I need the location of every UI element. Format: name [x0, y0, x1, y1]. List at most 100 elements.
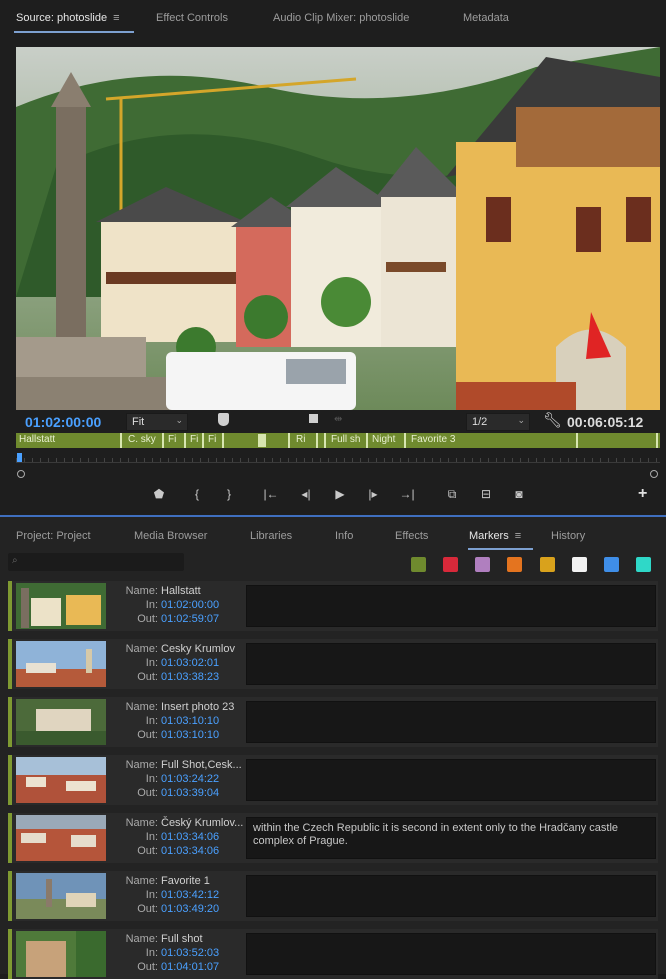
clip-marker[interactable]: Favorite 3 [411, 434, 471, 447]
go-to-in-icon[interactable]: |← [262, 487, 280, 501]
marker-comment-field[interactable] [246, 933, 656, 975]
marker-name[interactable]: Cesky Krumlov [161, 643, 235, 655]
marker-row[interactable]: Name: Hallstatt In: 01:02:00:00 Out: 01:… [8, 581, 658, 631]
add-button-icon[interactable]: + [638, 485, 647, 503]
marker-out-timecode[interactable]: 01:04:01:07 [161, 961, 219, 973]
marker-row[interactable]: Name: Full shot In: 01:03:52:03 Out: 01:… [8, 929, 658, 979]
clip-marker[interactable]: C. sky [128, 434, 162, 447]
tab-libraries[interactable]: Libraries [250, 530, 292, 542]
marker-row[interactable]: Name: Full Shot,Cesk... In: 01:03:24:22 … [8, 755, 658, 805]
step-forward-icon[interactable]: |▸ [364, 487, 382, 501]
tab-markers-label: Markers [469, 530, 509, 542]
clip-marker[interactable]: Fi [168, 434, 182, 447]
marker-out-timecode[interactable]: 01:03:39:04 [161, 787, 219, 799]
marker-bracket [656, 433, 661, 448]
tab-markers[interactable]: Markers ≡ [469, 530, 521, 542]
play-icon[interactable]: ▶ [331, 487, 349, 501]
color-filter-yellow[interactable] [540, 557, 555, 572]
marker-in-timecode[interactable]: 01:03:10:10 [161, 715, 219, 727]
panel-menu-icon[interactable]: ≡ [515, 530, 521, 542]
go-to-out-icon[interactable]: →| [398, 487, 416, 501]
marker-row[interactable]: Name: Favorite 1 In: 01:03:42:12 Out: 01… [8, 871, 658, 921]
clip-marker[interactable]: Fi [190, 434, 200, 447]
time-ruler[interactable] [16, 452, 660, 462]
marker-name[interactable]: Hallstatt [161, 585, 201, 597]
overwrite-icon[interactable]: ⊟ [477, 487, 495, 501]
tab-effects[interactable]: Effects [395, 530, 428, 542]
marker-comment-field[interactable] [246, 759, 656, 801]
tab-history[interactable]: History [551, 530, 585, 542]
clip-marker-strip[interactable]: Hallstatt C. sky Fi Fi Fi Ri Full sh Nig… [16, 433, 660, 448]
color-filter-violet[interactable] [475, 557, 490, 572]
square-icon[interactable] [309, 414, 318, 423]
marker-row[interactable]: Name: Insert photo 23 In: 01:03:10:10 Ou… [8, 697, 658, 747]
marker-out-timecode[interactable]: 01:03:10:10 [161, 729, 219, 741]
marker-out-timecode[interactable]: 01:03:49:20 [161, 903, 219, 915]
playhead-indicator[interactable] [17, 453, 22, 462]
marker-out-timecode[interactable]: 01:03:34:06 [161, 845, 219, 857]
tab-info[interactable]: Info [335, 530, 353, 542]
color-filter-green[interactable] [411, 557, 426, 572]
tab-media-browser[interactable]: Media Browser [134, 530, 207, 542]
name-label: Name: [125, 817, 158, 829]
tab-metadata[interactable]: Metadata [463, 12, 509, 24]
clip-marker[interactable]: Full sh [331, 434, 371, 447]
marker-comment-field[interactable] [246, 701, 656, 743]
clip-marker[interactable]: Ri [296, 434, 308, 447]
clip-marker-dot[interactable] [258, 434, 266, 447]
panel-menu-icon[interactable]: ≡ [113, 12, 119, 24]
marker-comment-field[interactable] [246, 875, 656, 917]
marker-comment-field[interactable] [246, 585, 656, 627]
marker-comment-field[interactable]: within the Czech Republic it is second i… [246, 817, 656, 859]
zoom-scroll-end-handle[interactable] [650, 470, 658, 478]
clip-marker[interactable]: Hallstatt [19, 434, 117, 447]
tab-source[interactable]: Source: photoslide ≡ [16, 12, 120, 24]
marker-name[interactable]: Full shot [161, 933, 203, 945]
mark-in-icon[interactable]: { [188, 487, 206, 501]
mark-out-icon[interactable]: } [220, 487, 238, 501]
marker-row[interactable]: Name: Český Krumlov... In: 01:03:34:06 O… [8, 813, 658, 863]
clip-marker[interactable]: Night [372, 434, 408, 447]
color-filter-white[interactable] [572, 557, 587, 572]
marker-name[interactable]: Favorite 1 [161, 875, 210, 887]
search-icon: ⌕ [12, 555, 18, 566]
color-filter-cyan[interactable] [636, 557, 651, 572]
marker-in-timecode[interactable]: 01:03:52:03 [161, 947, 219, 959]
marker-name[interactable]: Full Shot,Cesk... [161, 759, 242, 771]
step-back-icon[interactable]: ◂| [297, 487, 315, 501]
wrench-icon[interactable]: 🔧︎ [543, 411, 562, 429]
tab-effect-controls[interactable]: Effect Controls [156, 12, 228, 24]
marker-in-timecode[interactable]: 01:03:42:12 [161, 889, 219, 901]
marker-name[interactable]: Insert photo 23 [161, 701, 234, 713]
active-tab-indicator [14, 31, 134, 33]
out-label: Out: [137, 845, 158, 857]
zoom-scroll-start-handle[interactable] [17, 470, 25, 478]
camera-icon[interactable]: ◙ [510, 487, 528, 501]
marker-comment-field[interactable] [246, 643, 656, 685]
video-preview[interactable] [16, 47, 660, 410]
marker-in-timecode[interactable]: 01:03:34:06 [161, 831, 219, 843]
color-filter-red[interactable] [443, 557, 458, 572]
marker-in-timecode[interactable]: 01:03:24:22 [161, 773, 219, 785]
marker-out-timecode[interactable]: 01:02:59:07 [161, 613, 219, 625]
marker-search-input[interactable]: ⌕ [8, 553, 184, 571]
add-marker-icon[interactable]: ⬟ [150, 487, 168, 501]
marker-row[interactable]: Name: Cesky Krumlov In: 01:03:02:01 Out:… [8, 639, 658, 689]
clip-marker[interactable]: Fi [208, 434, 218, 447]
tab-project[interactable]: Project: Project [16, 530, 91, 542]
color-filter-blue[interactable] [604, 557, 619, 572]
current-timecode[interactable]: 01:02:00:00 [25, 414, 101, 430]
playback-resolution-select[interactable]: 1/2 ⌄ [466, 413, 530, 431]
marker-out-timecode[interactable]: 01:03:38:23 [161, 671, 219, 683]
color-filter-orange[interactable] [507, 557, 522, 572]
marker-in-timecode[interactable]: 01:02:00:00 [161, 599, 219, 611]
tab-audio-clip-mixer[interactable]: Audio Clip Mixer: photoslide [273, 12, 409, 24]
zoom-level-select[interactable]: Fit ⌄ [126, 413, 188, 431]
insert-icon[interactable]: ⧉ [443, 487, 461, 502]
marker-name[interactable]: Český Krumlov... [161, 817, 243, 829]
village-photo [16, 47, 660, 410]
marker-thumbnail [16, 931, 106, 977]
marker-in-timecode[interactable]: 01:03:02:01 [161, 657, 219, 669]
playhead-handle[interactable] [218, 413, 229, 426]
zoom-level-value: Fit [132, 416, 145, 428]
